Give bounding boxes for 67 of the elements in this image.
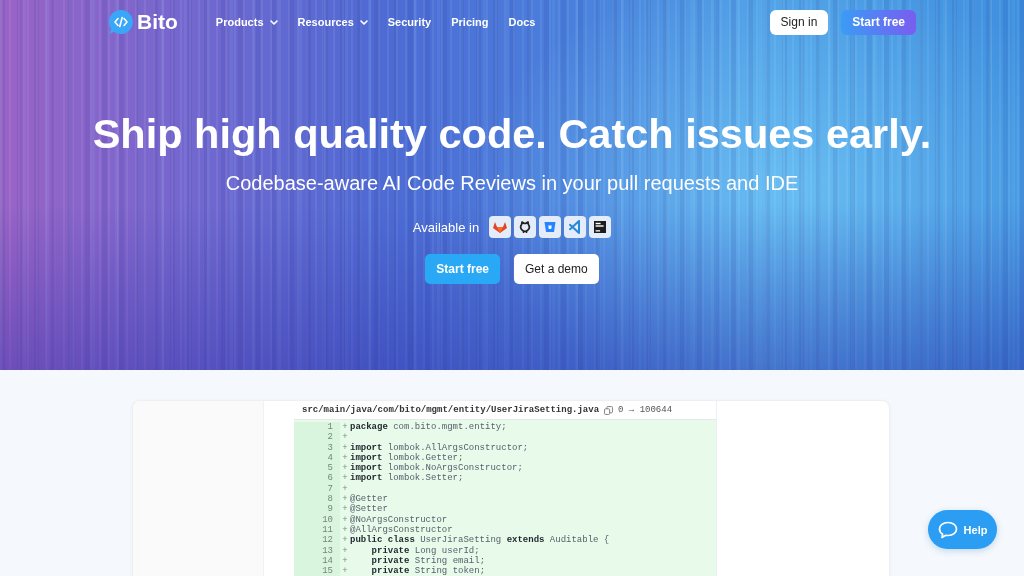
available-in-label: Available in xyxy=(412,219,480,235)
diff-plus-marker: + xyxy=(341,442,349,453)
line-number: 6 xyxy=(294,473,340,484)
line-number: 7 xyxy=(294,483,340,495)
diff-plus-marker: + xyxy=(341,422,349,433)
nav-link[interactable]: Pricing xyxy=(451,16,489,28)
chevron-down-icon xyxy=(269,19,278,25)
code-line: package com.bito.mgmt.entity; xyxy=(350,422,507,433)
diff-plus-marker: + xyxy=(341,555,349,567)
sign-in-button[interactable]: Sign in xyxy=(769,9,829,35)
line-number: 2 xyxy=(294,432,340,443)
speech-bubble-code-icon xyxy=(108,9,134,35)
diff-plus-marker: + xyxy=(341,452,349,464)
chat-bubble-icon xyxy=(937,520,958,539)
line-number: 1 xyxy=(294,422,340,433)
line-number: 9 xyxy=(294,504,340,515)
code-line: import lombok.NoArgsConstructor; xyxy=(350,463,523,474)
nav-link[interactable]: Resources xyxy=(297,16,368,28)
diff-plus-marker: + xyxy=(341,504,349,515)
hero-subtitle: Codebase-aware AI Code Reviews in your pull requests and IDE xyxy=(225,171,799,196)
code-line: @Getter xyxy=(350,494,388,505)
code-line: @AllArgsConstructor xyxy=(350,524,453,535)
home-logo-link[interactable]: Bito xyxy=(108,9,178,35)
diff-plus-marker: + xyxy=(341,494,349,505)
diff-plus-marker: + xyxy=(341,566,349,576)
file-path: src/main/java/com/bito/mgmt/entity/UserJiraSetting.java xyxy=(302,405,600,415)
diff-plus-marker: + xyxy=(341,432,349,443)
code-line: public class UserJiraSetting extends Auditable { xyxy=(350,535,610,546)
diff-plus-marker: + xyxy=(341,473,349,484)
code-line: private String token; xyxy=(370,566,486,576)
code-line: @NoArgsConstructor xyxy=(350,514,448,525)
start-free-button[interactable]: Start free xyxy=(425,254,500,284)
line-number: 11 xyxy=(294,524,340,536)
line-number: 12 xyxy=(294,535,340,546)
code-line: private Long userId; xyxy=(370,545,480,556)
code-line: import lombok.Getter; xyxy=(350,452,464,463)
copy-icon[interactable] xyxy=(604,405,614,415)
line-number: 8 xyxy=(294,494,340,505)
line-number: 5 xyxy=(294,463,340,474)
code-line: import lombok.AllArgsConstructor; xyxy=(350,442,529,453)
chevron-down-icon xyxy=(359,19,368,25)
diff-plus-marker: + xyxy=(341,463,349,474)
line-number: 10 xyxy=(294,514,340,525)
code-line: import lombok.Setter; xyxy=(350,473,464,484)
line-number: 13 xyxy=(294,545,340,556)
line-number: 14 xyxy=(294,555,340,567)
diff-plus-marker: + xyxy=(341,535,349,546)
nav-link[interactable]: Products xyxy=(215,16,278,28)
line-number: 4 xyxy=(294,452,340,464)
diff-plus-marker: + xyxy=(341,514,349,525)
diff-plus-marker: + xyxy=(341,524,349,536)
diff-plus-marker: + xyxy=(341,545,349,556)
nav-link[interactable]: Security xyxy=(387,16,432,28)
file-mode: 0 → 100644 xyxy=(618,405,673,415)
help-button[interactable]: Help xyxy=(928,510,997,549)
hero-headline: Ship high quality code. Catch issues early. xyxy=(92,109,932,159)
get-demo-button[interactable]: Get a demo xyxy=(514,254,599,284)
fox-head-icon[interactable] xyxy=(489,216,512,238)
ide-logo-icon[interactable] xyxy=(589,216,612,238)
cat-logo-icon[interactable] xyxy=(514,216,537,238)
diff-plus-marker: + xyxy=(341,483,349,495)
nav-link[interactable]: Docs xyxy=(508,16,536,28)
line-number: 3 xyxy=(294,442,340,453)
start-free-button[interactable]: Start free xyxy=(841,9,916,35)
line-number: 15 xyxy=(294,566,340,576)
code-line: private String email; xyxy=(370,555,486,566)
code-line: @Setter xyxy=(350,504,388,515)
